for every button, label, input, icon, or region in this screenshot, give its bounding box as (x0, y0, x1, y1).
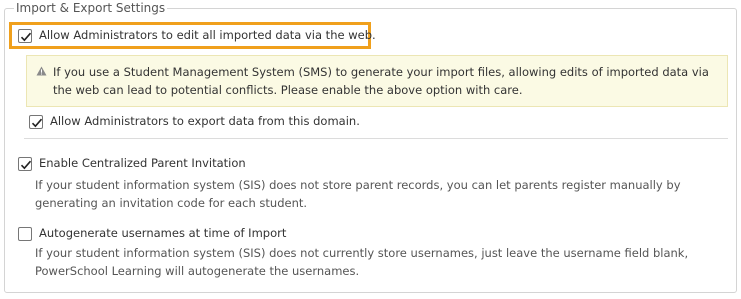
allow-export-checkbox[interactable] (29, 115, 43, 129)
parent-invitation-description: If your student information system (SIS)… (35, 178, 681, 210)
divider (24, 138, 728, 139)
autogenerate-usernames-label[interactable]: Autogenerate usernames at time of Import (39, 226, 286, 241)
warning-triangle-icon (36, 66, 47, 76)
warning-text: If you use a Student Management System (… (53, 65, 709, 97)
checkmark-icon (20, 32, 32, 42)
allow-edit-label[interactable]: Allow Administrators to edit all importe… (39, 28, 376, 43)
autogenerate-usernames-checkbox[interactable] (18, 227, 32, 241)
warning-box: If you use a Student Management System (… (26, 55, 728, 107)
parent-invitation-checkbox[interactable] (18, 157, 32, 171)
allow-edit-checkbox[interactable] (18, 29, 32, 43)
section-title: Import & Export Settings (14, 0, 168, 16)
checkmark-icon (20, 160, 32, 170)
allow-export-label[interactable]: Allow Administrators to export data from… (50, 114, 360, 129)
parent-invitation-label[interactable]: Enable Centralized Parent Invitation (39, 156, 246, 171)
checkmark-icon (31, 118, 43, 128)
autogenerate-usernames-description: If your student information system (SIS)… (35, 246, 689, 278)
